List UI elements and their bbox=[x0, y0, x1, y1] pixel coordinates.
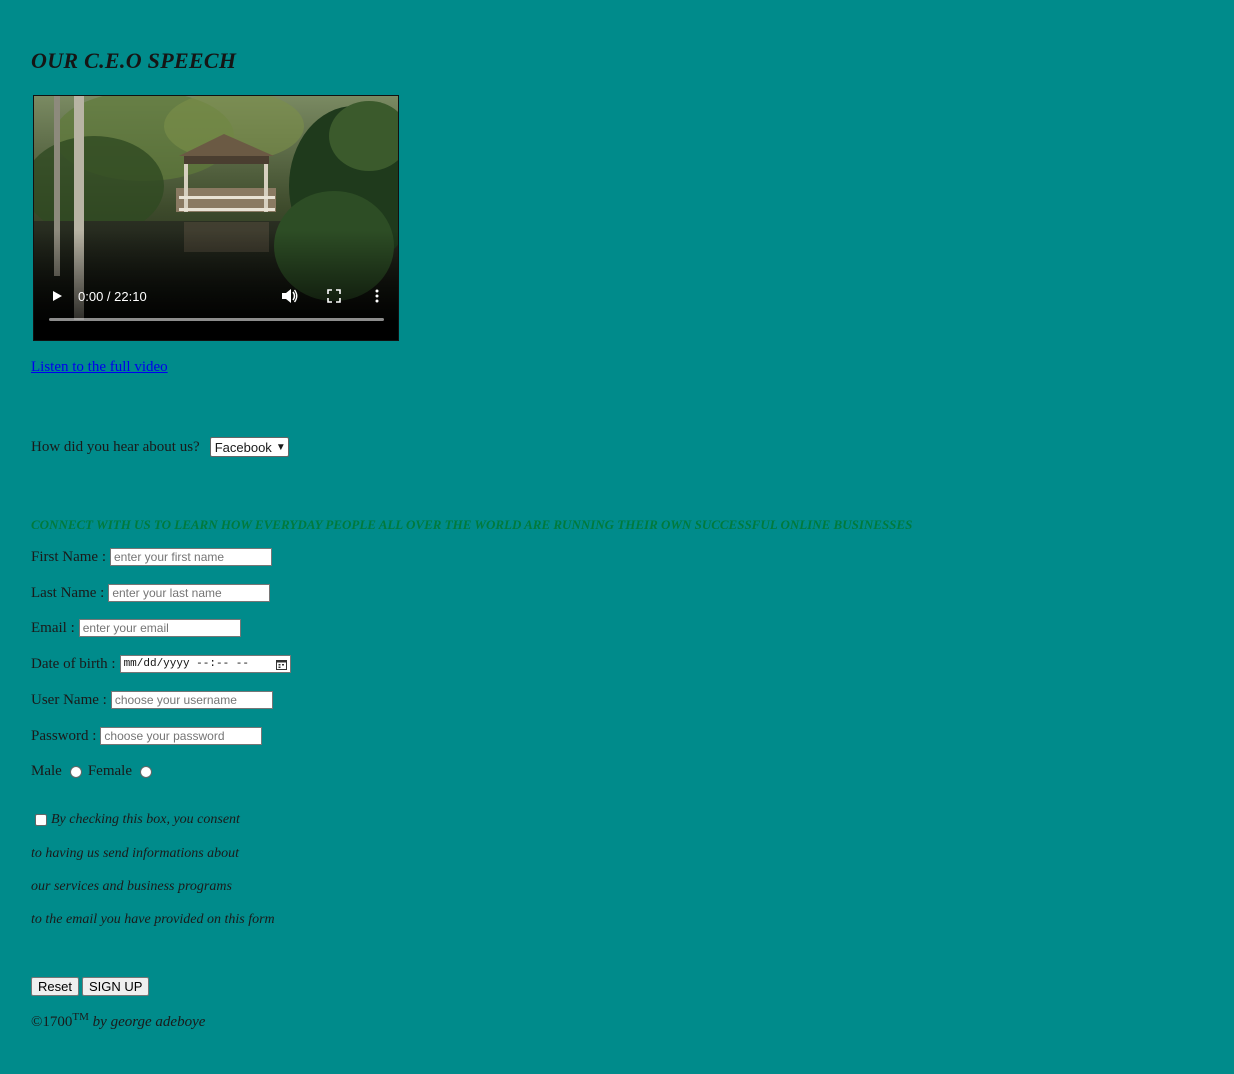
male-label: Male bbox=[31, 763, 62, 779]
footer-author: by george adeboye bbox=[92, 1014, 206, 1030]
footer-copyright: ©1700 bbox=[31, 1014, 73, 1030]
dob-row: Date of birth : mm/dd/yyyy --:-- -- bbox=[31, 655, 291, 673]
consent-checkbox[interactable] bbox=[35, 814, 47, 826]
video-player[interactable]: 0:00 / 22:10 bbox=[33, 95, 399, 341]
password-label: Password : bbox=[31, 727, 97, 744]
video-thumbnail bbox=[34, 96, 398, 340]
hear-about-us-select[interactable]: Facebook ▼ bbox=[209, 437, 289, 457]
consent-line-3: our services and business programs bbox=[31, 879, 232, 894]
password-input[interactable]: choose your password bbox=[100, 727, 263, 745]
gender-row: Male Female bbox=[31, 763, 152, 780]
email-row: Email : enter your email bbox=[31, 619, 241, 637]
video-progress-bar[interactable] bbox=[49, 318, 384, 321]
fullscreen-icon[interactable] bbox=[327, 289, 341, 303]
more-options-icon[interactable] bbox=[374, 289, 380, 303]
connect-heading: CONNECT WITH US TO LEARN HOW EVERYDAY PE… bbox=[31, 517, 913, 532]
email-input[interactable]: enter your email bbox=[78, 619, 241, 637]
male-radio[interactable] bbox=[69, 765, 82, 778]
password-row: Password : choose your password bbox=[31, 727, 263, 745]
consent-line-1: By checking this box, you consent bbox=[51, 812, 240, 827]
page-title: OUR C.E.O SPEECH bbox=[31, 48, 237, 73]
hear-about-us-label: How did you hear about us? bbox=[31, 438, 200, 455]
signup-button[interactable]: SIGN UP bbox=[82, 977, 150, 996]
footer: ©1700TM by george adeboye bbox=[31, 1011, 205, 1031]
hear-about-us-row: How did you hear about us? Facebook ▼ bbox=[31, 437, 289, 457]
email-label: Email : bbox=[31, 619, 75, 636]
female-label: Female bbox=[87, 763, 132, 779]
play-icon[interactable] bbox=[50, 289, 64, 303]
footer-trademark: TM bbox=[72, 1011, 89, 1023]
video-time: 0:00 / 22:10 bbox=[78, 289, 147, 304]
hear-about-us-selected: Facebook bbox=[214, 439, 272, 455]
username-input[interactable]: choose your username bbox=[110, 691, 273, 709]
dob-value: mm/dd/yyyy --:-- -- bbox=[123, 658, 249, 670]
last-name-row: Last Name : enter your last name bbox=[31, 584, 271, 602]
calendar-icon[interactable] bbox=[275, 659, 287, 670]
username-label: User Name : bbox=[31, 691, 107, 708]
username-row: User Name : choose your username bbox=[31, 691, 273, 709]
first-name-input[interactable]: enter your first name bbox=[110, 548, 272, 566]
dob-input[interactable]: mm/dd/yyyy --:-- -- bbox=[119, 655, 291, 673]
dob-label: Date of birth : bbox=[31, 655, 116, 672]
first-name-label: First Name : bbox=[31, 548, 106, 565]
volume-icon[interactable] bbox=[281, 288, 299, 304]
consent-line-4: to the email you have provided on this f… bbox=[31, 912, 275, 927]
reset-button[interactable]: Reset bbox=[31, 977, 79, 996]
female-radio[interactable] bbox=[139, 765, 152, 778]
chevron-down-icon: ▼ bbox=[275, 441, 286, 453]
first-name-row: First Name : enter your first name bbox=[31, 548, 272, 566]
full-video-link[interactable]: Listen to the full video bbox=[31, 359, 168, 376]
last-name-label: Last Name : bbox=[31, 584, 105, 601]
last-name-input[interactable]: enter your last name bbox=[108, 584, 271, 602]
consent-line-2: to having us send informations about bbox=[31, 846, 240, 861]
